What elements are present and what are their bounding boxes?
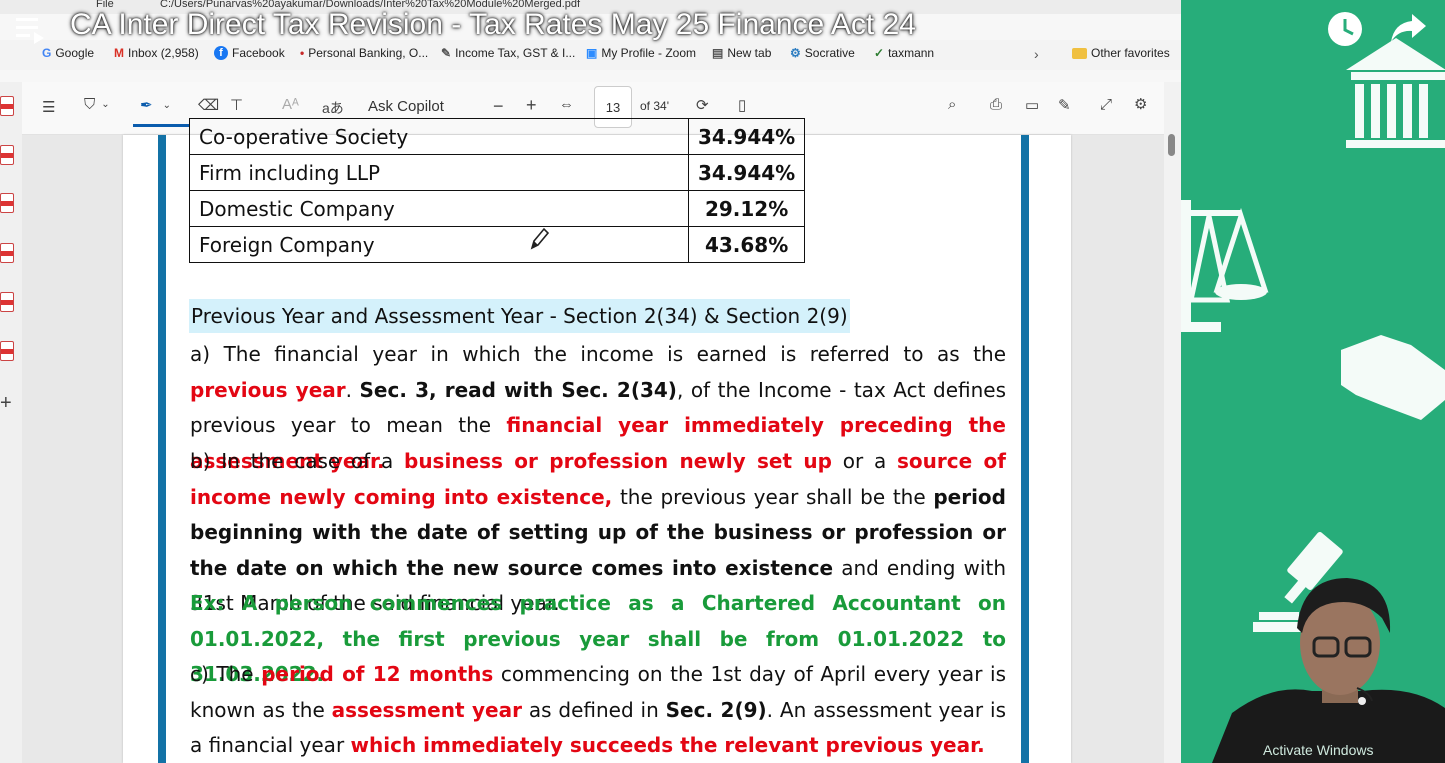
text-run: the previous year shall be the (612, 484, 934, 509)
page-total: of 34' (640, 99, 669, 113)
windows-activation-watermark: Activate Windows (1263, 742, 1374, 758)
text-run: a) The financial year in which the incom… (190, 342, 1006, 366)
pdf-thumbnail-icon[interactable] (0, 96, 14, 116)
text-run: Sec. 3, read with Sec. 2(34) (359, 377, 677, 402)
page-frame-left (158, 135, 166, 763)
paragraph-c: c) The period of 12 months commencing on… (190, 657, 1006, 763)
table-cell: Firm including LLP (189, 154, 689, 191)
read-aloud-button[interactable]: aあ (322, 98, 344, 118)
text-run: or a (831, 449, 897, 473)
text-box-icon[interactable]: ⊤ (230, 96, 243, 114)
add-icon[interactable]: + (0, 392, 12, 415)
presenter-webcam (1212, 578, 1445, 763)
pencil-cursor-icon (530, 227, 550, 250)
text-run: which immediately succeeds the relevant … (350, 733, 985, 757)
pdf-thumbnail-icon[interactable] (0, 145, 14, 165)
fullscreen-icon[interactable]: ⤢ (1100, 96, 1112, 113)
handshake-icon (1341, 335, 1445, 420)
scales-of-justice-icon (1181, 200, 1269, 332)
scrollbar-thumb[interactable] (1168, 134, 1175, 156)
pdf-thumbnail-icon[interactable] (0, 341, 14, 361)
text-run: period of 12 months (261, 662, 494, 686)
text-format-icon[interactable]: Aᴬ (282, 96, 299, 113)
table-cell: 34.944% (687, 154, 806, 191)
table-cell: 43.68% (687, 226, 806, 263)
table-cell: Co-operative Society (189, 118, 689, 155)
video-title[interactable]: CA Inter Direct Tax Revision - Tax Rates… (70, 8, 916, 42)
playlist-menu-icon[interactable] (14, 14, 46, 46)
fit-width-icon[interactable]: ⇔ (559, 96, 574, 113)
text-run: c) The (190, 662, 262, 686)
share-arrow-icon[interactable] (1388, 10, 1428, 46)
save-as-icon[interactable]: ✎ (1058, 96, 1071, 114)
settings-gear-icon[interactable]: ⚙ (1134, 95, 1147, 113)
pdf-viewer-window: File C:/Users/Punarvas%20ayakumar/Downlo… (0, 0, 1181, 763)
scrollbar[interactable] (1164, 82, 1181, 763)
pdf-thumbnail-icon[interactable] (0, 193, 14, 213)
rotate-icon[interactable]: ⟳ (696, 96, 709, 114)
text-run: assessment year (331, 697, 522, 722)
table-row: Domestic Company 29.12% (189, 190, 806, 227)
table-cell: Domestic Company (189, 190, 689, 227)
table-row: Firm including LLP 34.944% (189, 154, 806, 191)
zoom-in-button[interactable]: + (526, 95, 537, 116)
pdf-thumbnail-icon[interactable] (0, 243, 14, 263)
highlight-icon[interactable]: ⛉ ⌄ (84, 96, 110, 113)
watch-later-clock-icon[interactable] (1326, 10, 1364, 48)
tax-rates-table: Co-operative Society 34.944% Firm includ… (189, 118, 806, 263)
table-cell: 34.944% (687, 118, 806, 155)
table-row: Foreign Company 43.68% (189, 226, 806, 263)
table-row: Co-operative Society 34.944% (189, 118, 806, 155)
draw-icon[interactable]: ✒ ⌄ (140, 96, 171, 114)
save-icon[interactable]: ▭ (1025, 96, 1039, 114)
print-icon[interactable]: ⎙ (990, 96, 1002, 113)
page-view-icon[interactable]: ▯ (738, 96, 746, 114)
table-cell: 29.12% (687, 190, 806, 227)
zoom-out-button[interactable]: − (493, 96, 504, 117)
table-cell: Foreign Company (189, 226, 689, 263)
text-run: previous year (190, 377, 346, 402)
text-run: b) In the case of a (190, 449, 404, 473)
text-run: as defined in (521, 697, 666, 722)
page-frame-right (1021, 135, 1029, 763)
eraser-icon[interactable]: ⌫ (198, 96, 219, 114)
text-run: . (345, 377, 360, 402)
contents-icon[interactable]: ☰ (42, 98, 55, 116)
thumbnail-sidebar (0, 82, 22, 763)
section-heading: Previous Year and Assessment Year - Sect… (189, 299, 850, 333)
pdf-thumbnail-icon[interactable] (0, 292, 14, 312)
draw-selected-indicator (133, 124, 189, 127)
search-icon[interactable]: ⌕ (948, 96, 956, 113)
ask-copilot-button[interactable]: Ask Copilot (368, 98, 444, 115)
text-run: business or profession newly set up (404, 449, 832, 473)
text-run: Sec. 2(9) (665, 697, 767, 722)
